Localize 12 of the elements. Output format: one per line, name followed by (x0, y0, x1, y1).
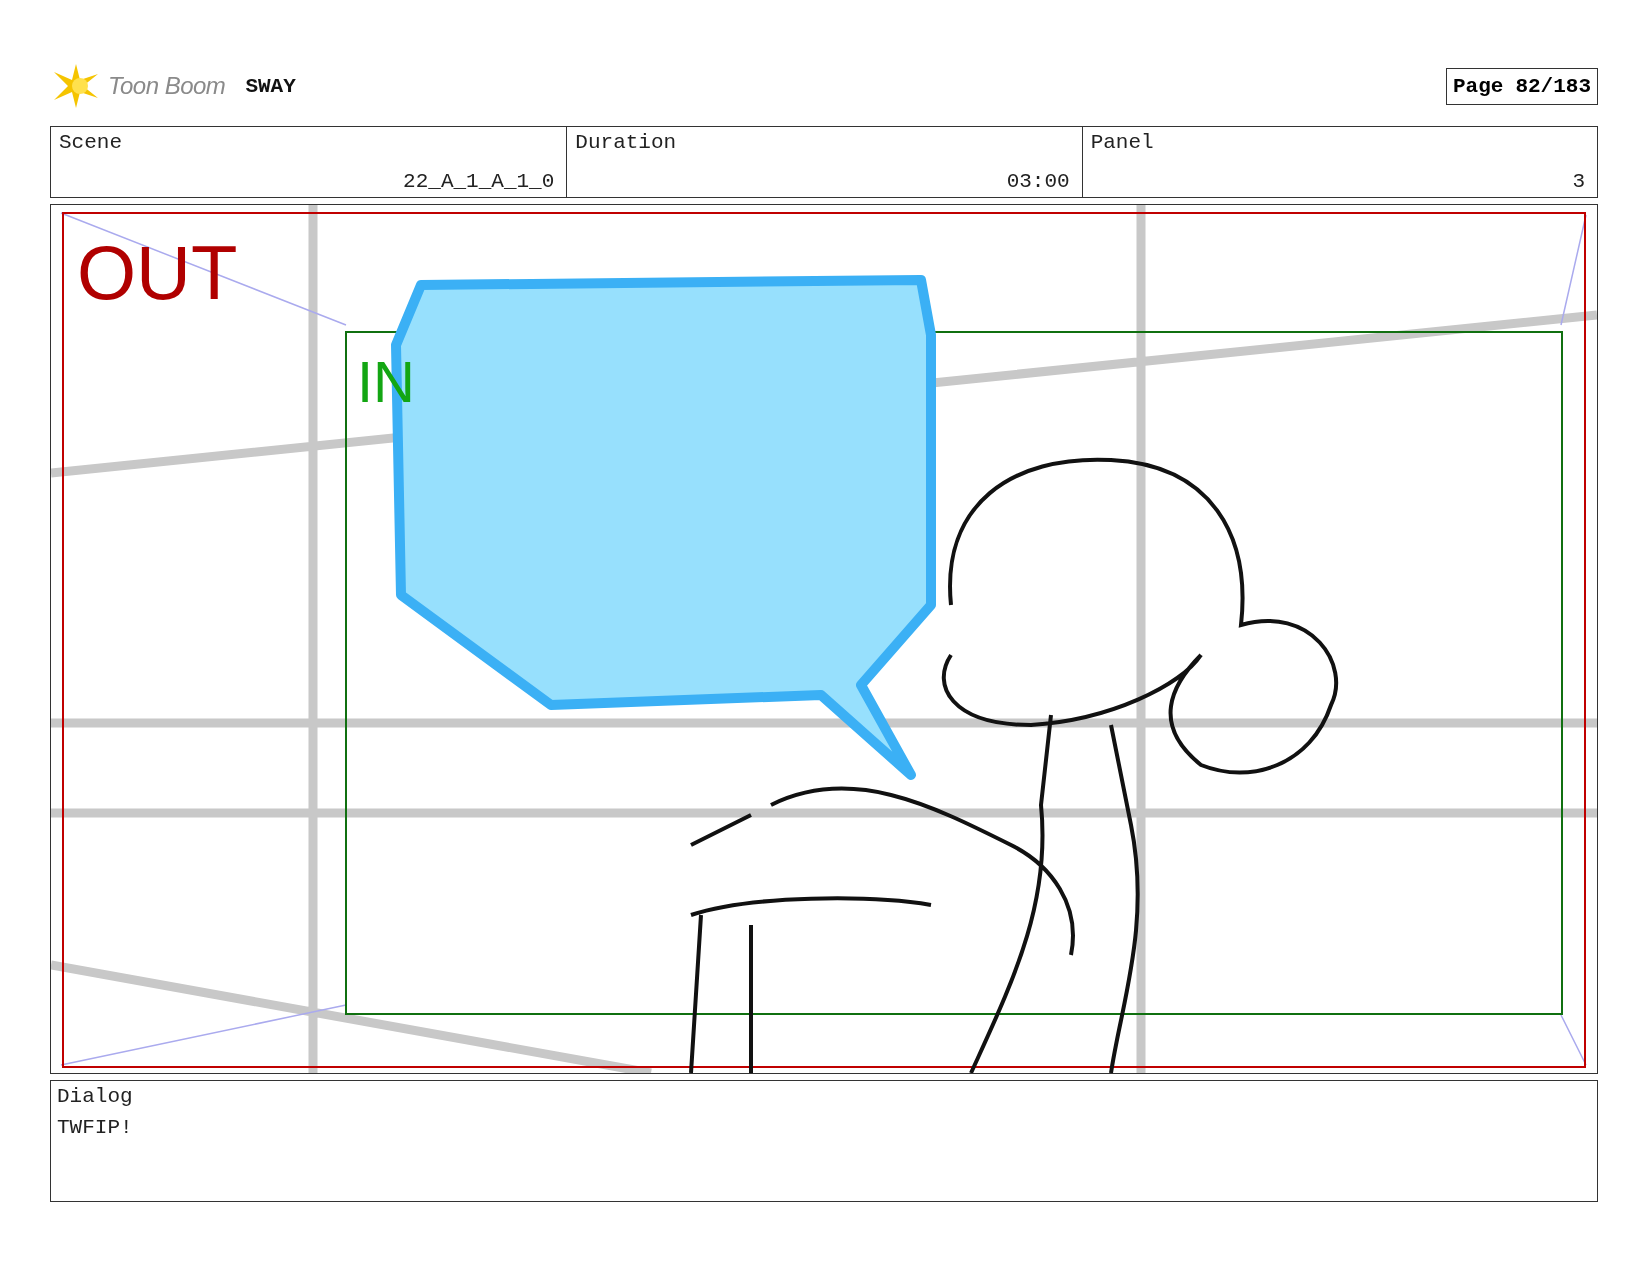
dialog-label: Dialog (57, 1085, 134, 1108)
field-value: 03:00 (1006, 170, 1070, 193)
field-label: Scene (59, 131, 123, 154)
brand-name: Toon Boom (108, 72, 226, 100)
field-label: Duration (575, 131, 678, 154)
dialog-text: TWFIP! (57, 1116, 134, 1139)
page-counter: Page 82/183 (1445, 67, 1598, 105)
project-name: SWAY (245, 74, 296, 98)
field-value: 22_A_1_A_1_0 (403, 170, 555, 193)
out-frame-label: OUT (77, 235, 238, 311)
field-label: Panel (1090, 131, 1155, 154)
field-value: 3 (1572, 170, 1585, 193)
